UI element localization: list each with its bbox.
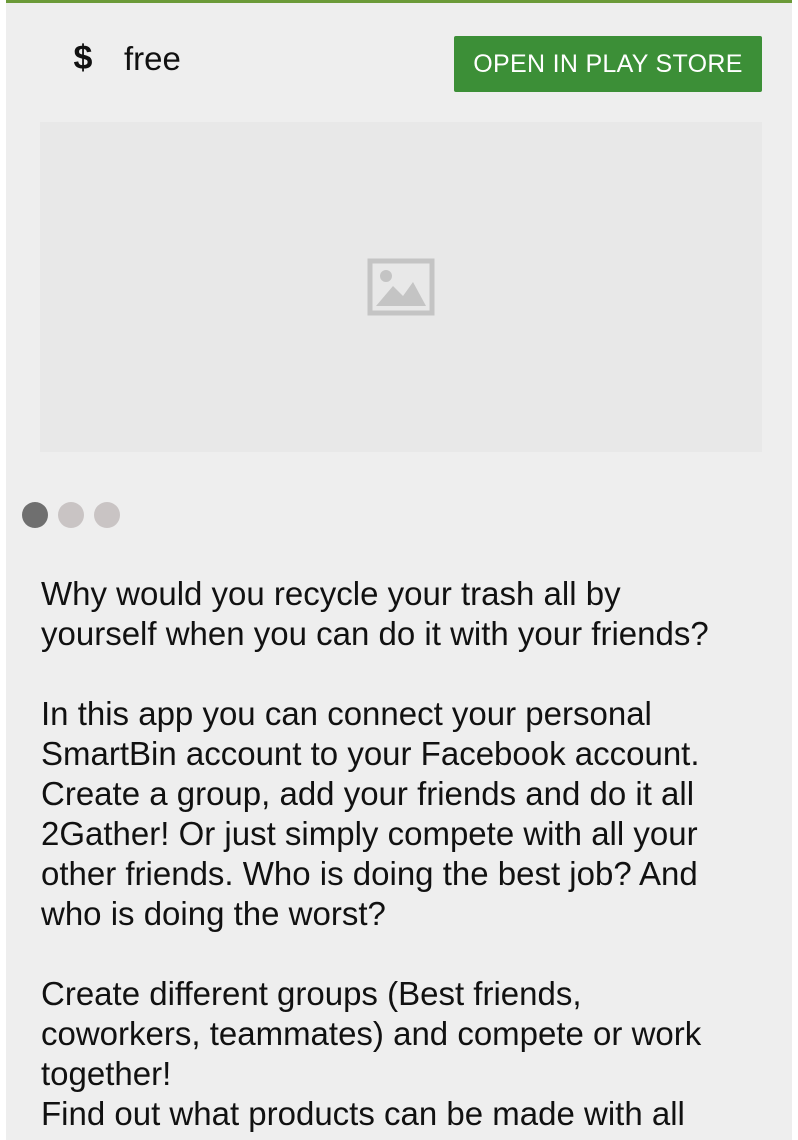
description-line: 2Gather! Or just simply compete with all… <box>41 815 698 852</box>
app-description: Why would you recycle your trash all by … <box>41 574 781 1134</box>
screenshot-pager <box>22 502 120 528</box>
description-line: together! <box>41 1055 172 1092</box>
app-screenshot[interactable] <box>40 122 762 452</box>
app-detail-page: $ free OPEN IN PLAY STORE Why would you … <box>6 0 792 1140</box>
description-line: In this app you can connect your persona… <box>41 695 652 732</box>
description-line: coworkers, teammates) and compete or wor… <box>41 1015 702 1052</box>
price-row: $ free <box>68 36 181 80</box>
description-line: Create different groups (Best friends, <box>41 975 582 1012</box>
image-icon <box>367 258 435 316</box>
price-label: free <box>124 39 181 77</box>
description-line: who is doing the worst? <box>41 895 386 932</box>
description-line: Why would you recycle your trash all by <box>41 575 621 612</box>
description-line: SmartBin account to your Facebook accoun… <box>41 735 700 772</box>
open-in-play-store-button[interactable]: OPEN IN PLAY STORE <box>454 36 762 92</box>
description-line: yourself when you can do it with your fr… <box>41 615 709 652</box>
top-divider <box>6 0 792 3</box>
pager-dot-1[interactable] <box>22 502 48 528</box>
description-line: Create a group, add your friends and do … <box>41 775 695 812</box>
pager-dot-2[interactable] <box>58 502 84 528</box>
description-line: Find out what products can be made with … <box>41 1095 685 1132</box>
description-line: other friends. Who is doing the best job… <box>41 855 698 892</box>
pager-dot-3[interactable] <box>94 502 120 528</box>
dollar-icon: $ <box>73 39 93 77</box>
